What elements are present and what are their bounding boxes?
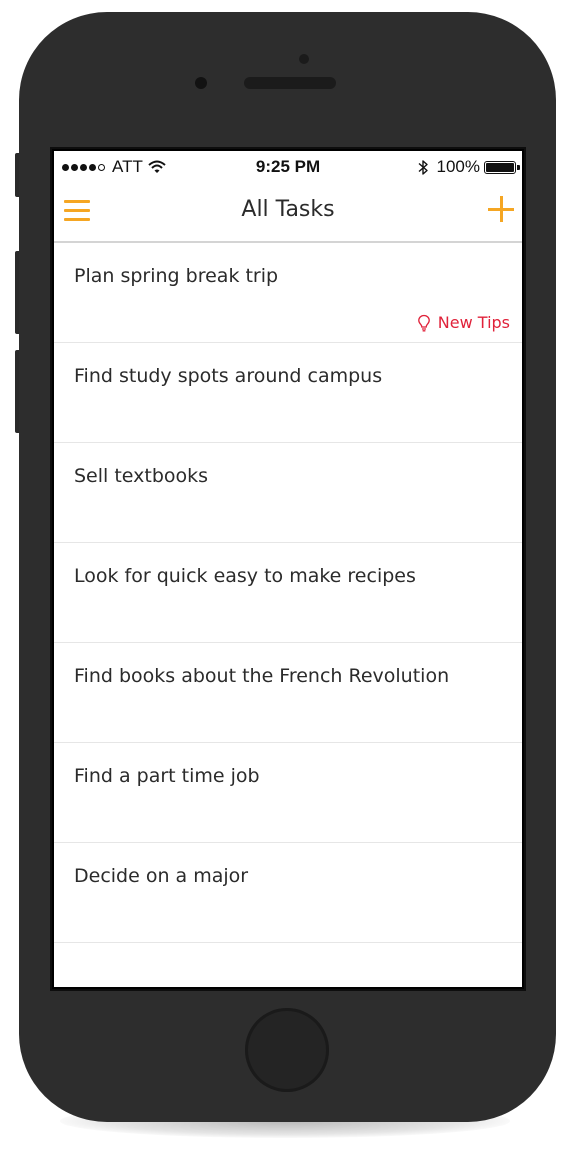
task-label: Find books about the French Revolution xyxy=(74,665,450,687)
lightbulb-icon xyxy=(417,314,430,331)
status-bar: ATT 9:25 PM 100% xyxy=(54,151,522,183)
task-label: Look for quick easy to make recipes xyxy=(74,565,416,587)
battery-percentage: 100% xyxy=(436,157,480,176)
task-row[interactable]: Find books about the French Revolution xyxy=(54,643,522,743)
task-row[interactable]: Plan spring break trip New Tips xyxy=(54,243,522,343)
status-right: 100% xyxy=(417,157,520,177)
bluetooth-icon xyxy=(418,159,428,175)
task-row[interactable]: Find study spots around campus xyxy=(54,343,522,443)
task-label: Sell textbooks xyxy=(74,465,209,487)
task-label: Find a part time job xyxy=(74,765,260,787)
task-row[interactable]: Look for quick easy to make recipes xyxy=(54,543,522,643)
plus-icon[interactable] xyxy=(486,194,516,224)
battery-fill xyxy=(486,162,514,172)
app-screen: ATT 9:25 PM 100% All Tasks Plan spring b… xyxy=(54,151,522,987)
tips-label: New Tips xyxy=(437,313,510,332)
camera-icon xyxy=(299,54,309,64)
task-row[interactable]: Decide on a major xyxy=(54,843,522,943)
battery-icon xyxy=(484,160,520,174)
page-title: All Tasks xyxy=(241,197,335,222)
task-row[interactable]: Sell textbooks xyxy=(54,443,522,543)
plus-vertical xyxy=(500,196,503,222)
earpiece-speaker xyxy=(244,77,336,89)
front-camera-icon xyxy=(195,77,207,89)
task-label: Find study spots around campus xyxy=(74,365,383,387)
task-label: Plan spring break trip xyxy=(74,265,279,287)
navigation-bar: All Tasks xyxy=(54,183,522,243)
task-list: Plan spring break trip New Tips Find stu… xyxy=(54,243,522,943)
new-tips-link[interactable]: New Tips xyxy=(417,313,510,332)
task-label: Decide on a major xyxy=(74,865,249,887)
battery-tip xyxy=(517,164,520,170)
phone-screen: ATT 9:25 PM 100% All Tasks Plan spring b… xyxy=(50,147,526,991)
mockup-stage: ATT 9:25 PM 100% All Tasks Plan spring b… xyxy=(0,0,570,1159)
home-button[interactable] xyxy=(245,1008,329,1092)
task-row[interactable]: Find a part time job xyxy=(54,743,522,843)
